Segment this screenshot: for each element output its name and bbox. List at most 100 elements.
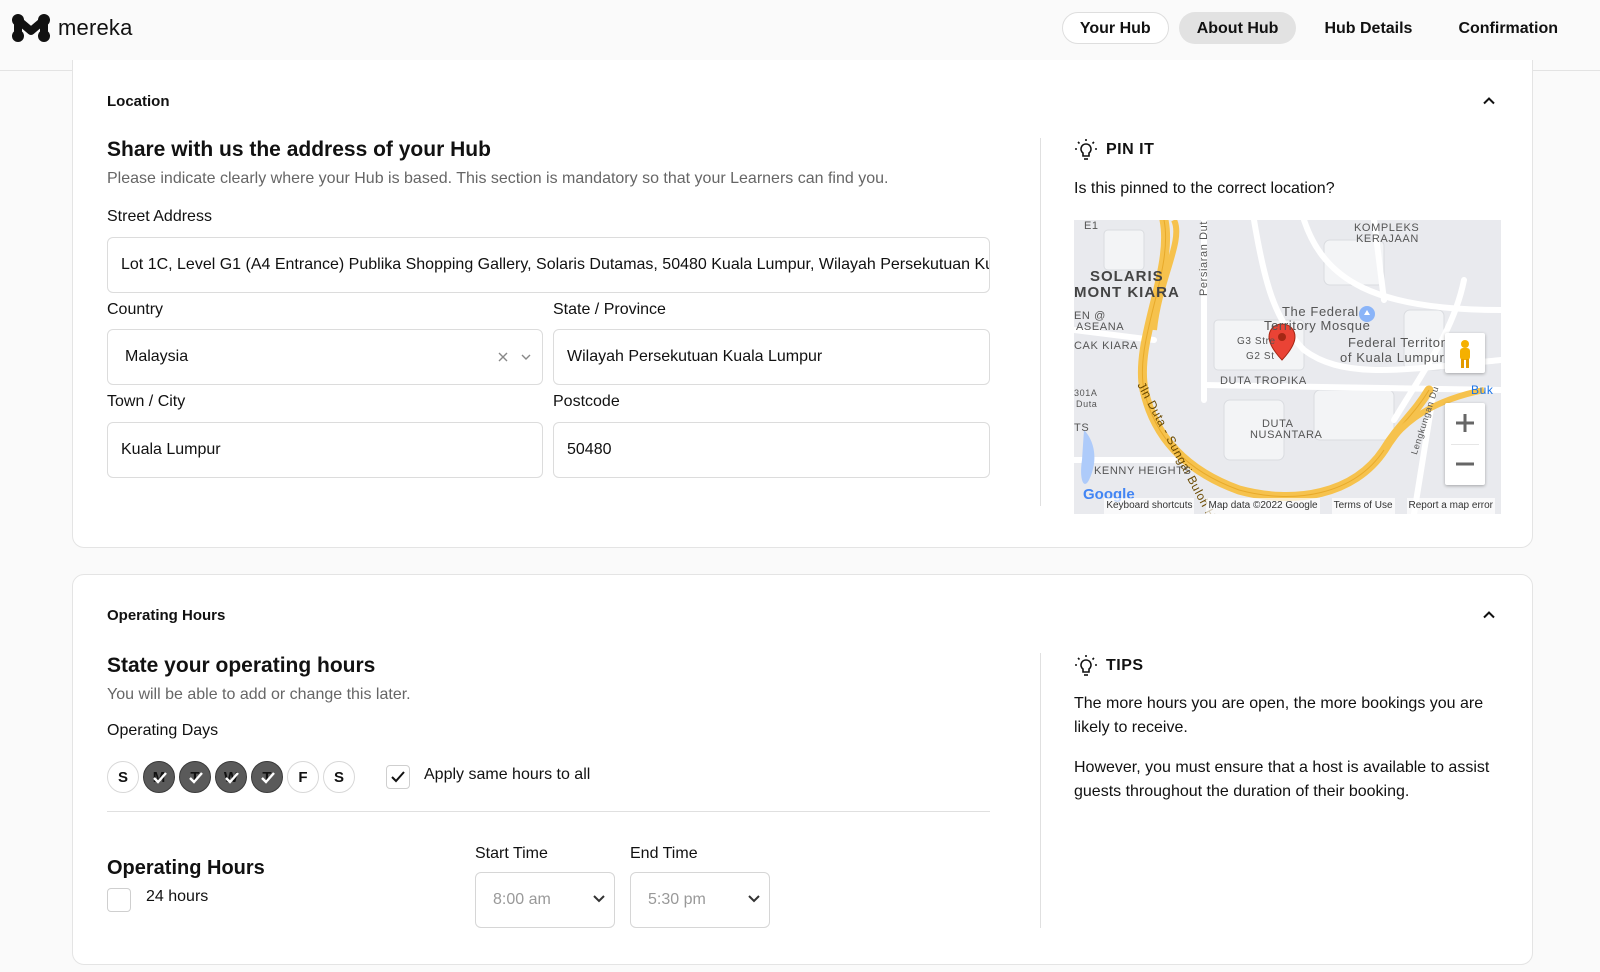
zoom-controls	[1445, 403, 1485, 485]
brand-name: mereka	[58, 15, 133, 40]
chevron-down-icon	[593, 895, 605, 903]
map-label-cak-kiara: CAK KIARA	[1074, 340, 1139, 352]
step-confirmation[interactable]: Confirmation	[1440, 12, 1576, 44]
map-label-duta-nusantara-2: NUSANTARA	[1250, 429, 1323, 441]
vertical-divider	[1040, 138, 1041, 506]
map-label-solaris: SOLARIS	[1090, 268, 1164, 285]
mereka-logo-icon	[12, 14, 50, 42]
map-label-kerajaan: KERAJAAN	[1356, 233, 1419, 245]
day-letter: F	[298, 768, 308, 786]
street-address-label: Street Address	[107, 208, 212, 225]
postcode-input[interactable]: 50480	[553, 422, 990, 478]
clear-icon[interactable]	[498, 352, 508, 362]
end-time-value: 5:30 pm	[648, 891, 706, 908]
24-hours-checkbox[interactable]	[107, 888, 131, 912]
operating-hours-heading: Operating Hours	[107, 857, 265, 879]
step-your-hub[interactable]: Your Hub	[1061, 12, 1169, 44]
check-icon	[225, 772, 239, 784]
pin-question: Is this pinned to the correct location?	[1074, 180, 1335, 197]
location-map[interactable]: E1 SOLARIS MONT KIARA Persiaran Dut KOMP…	[1074, 220, 1501, 514]
pegman-icon	[1460, 340, 1470, 368]
map-label-g2: G2 St	[1246, 351, 1275, 362]
step-hub-details[interactable]: Hub Details	[1306, 12, 1430, 44]
city-input[interactable]: Kuala Lumpur	[107, 422, 543, 478]
operating-hours-title: State your operating hours	[107, 654, 376, 677]
map-label-g3: G3 Stre	[1237, 336, 1276, 347]
location-subtitle: Please indicate clearly where your Hub i…	[107, 170, 889, 187]
map-keyboard-shortcuts-link[interactable]: Keyboard shortcuts	[1104, 498, 1195, 514]
lightbulb-icon	[1075, 139, 1097, 160]
state-label: State / Province	[553, 301, 666, 318]
zoom-out-icon[interactable]	[1445, 444, 1485, 485]
pin-it-label: PIN IT	[1106, 141, 1155, 158]
zoom-in-icon[interactable]	[1445, 403, 1485, 444]
day-sunday[interactable]: S	[107, 761, 139, 793]
day-wednesday[interactable]: W	[215, 761, 247, 793]
map-label-kenny-heights: KENNY HEIGHTS	[1094, 465, 1192, 477]
chevron-up-icon[interactable]	[1482, 94, 1496, 108]
end-time-label: End Time	[630, 845, 698, 862]
end-time-select[interactable]: 5:30 pm	[630, 872, 770, 928]
day-saturday[interactable]: S	[323, 761, 355, 793]
day-thursday[interactable]: T	[251, 761, 283, 793]
check-icon	[391, 771, 405, 783]
step-about-hub[interactable]: About Hub	[1178, 12, 1297, 44]
vertical-divider	[1040, 653, 1041, 928]
day-letter: S	[333, 768, 344, 786]
tips-paragraph-2: However, you must ensure that a host is …	[1074, 759, 1490, 800]
chevron-up-icon[interactable]	[1482, 608, 1496, 622]
postcode-label: Postcode	[553, 393, 620, 410]
location-section: Location Share with us the address of yo…	[72, 60, 1533, 548]
start-time-value: 8:00 am	[493, 891, 551, 908]
country-value: Malaysia	[125, 348, 189, 365]
state-input[interactable]: Wilayah Persekutuan Kuala Lumpur	[553, 329, 990, 385]
city-label: Town / City	[107, 393, 186, 410]
map-report-error-link[interactable]: Report a map error	[1406, 498, 1495, 514]
chevron-down-icon	[748, 895, 760, 903]
section-divider	[107, 811, 990, 812]
check-icon	[189, 772, 203, 784]
map-label-ts: TS	[1074, 422, 1090, 434]
day-friday[interactable]: F	[287, 761, 319, 793]
24-hours-label: 24 hours	[146, 888, 209, 905]
day-monday[interactable]: M	[143, 761, 175, 793]
map-label-federal-mosque-2: Territory Mosque	[1264, 318, 1371, 333]
day-selector: S M T W T F S	[107, 761, 355, 793]
map-label-federal-territory-2: of Kuala Lumpur	[1340, 350, 1445, 365]
operating-hours-section-label: Operating Hours	[107, 607, 226, 624]
day-letter: S	[117, 768, 128, 786]
street-address-input[interactable]: Lot 1C, Level G1 (A4 Entrance) Publika S…	[107, 237, 990, 293]
logo[interactable]: mereka	[12, 13, 133, 43]
country-label: Country	[107, 301, 164, 318]
operating-hours-subtitle: You will be able to add or change this l…	[107, 686, 411, 703]
map-label-301a-1: 301A	[1074, 388, 1098, 398]
check-icon	[153, 772, 167, 784]
map-footer: Keyboard shortcuts Map data ©2022 Google…	[1074, 498, 1501, 514]
location-section-label: Location	[107, 93, 170, 110]
progress-steps: Your Hub About Hub Hub Details Confirmat…	[1061, 12, 1576, 44]
chevron-down-icon[interactable]	[521, 353, 531, 361]
apply-same-hours-checkbox[interactable]	[386, 765, 410, 789]
map-label-buk: Buk	[1471, 383, 1494, 397]
tips-label: TIPS	[1106, 657, 1144, 674]
map-label-federal-mosque-1: The Federal	[1282, 304, 1359, 319]
operating-hours-section: Operating Hours State your operating hou…	[72, 574, 1533, 965]
map-label-mont-kiara: MONT KIARA	[1074, 284, 1180, 301]
tips-heading: TIPS	[1074, 654, 1144, 678]
start-time-select[interactable]: 8:00 am	[475, 872, 615, 928]
map-terms-link[interactable]: Terms of Use	[1331, 498, 1395, 514]
apply-same-hours-label: Apply same hours to all	[424, 766, 591, 783]
tips-paragraph-1: The more hours you are open, the more bo…	[1074, 695, 1484, 736]
map-label-duta-tropika: DUTA TROPIKA	[1220, 375, 1307, 387]
map-label-301a-2: Duta	[1076, 399, 1098, 409]
street-view-button[interactable]	[1445, 333, 1485, 373]
map-label-federal-territory-1: Federal Territor	[1348, 335, 1446, 350]
pin-it-heading: PIN IT	[1074, 138, 1154, 162]
country-select[interactable]: Malaysia	[107, 329, 543, 385]
map-data-credit: Map data ©2022 Google	[1206, 498, 1320, 514]
day-tuesday[interactable]: T	[179, 761, 211, 793]
map-label-persiaran: Persiaran Dut	[1198, 220, 1210, 296]
map-label-e1: E1	[1084, 220, 1099, 232]
location-title: Share with us the address of your Hub	[107, 138, 491, 161]
map-label-en-asean-2: ASEANA	[1076, 321, 1125, 333]
